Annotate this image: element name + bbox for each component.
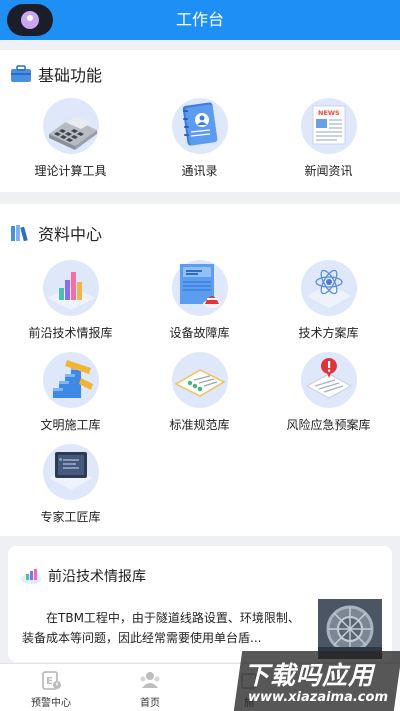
news-card-summary: 在TBM工程中，由于隧道线路设置、环境限制、装备成本等问题，因此经常需要使用单台… [22,611,300,645]
frontier-tech-item[interactable]: 前沿技术情报库 [4,260,137,341]
basic-functions-header: 基础功能 [10,62,102,86]
basic-functions-title: 基础功能 [38,66,103,85]
equipment-fault-item[interactable]: 设备故障库 [133,260,266,341]
tab-warning-center-label: 预警中心 [31,698,71,709]
watermark-title: 下载吗应用 [244,661,375,690]
tech-plan-label: 技术方案库 [298,326,359,340]
expert-screen-icon [42,444,99,500]
warning-doc-icon: E [42,671,61,690]
civilized-construction-label: 文明施工库 [40,418,101,432]
standards-label: 标准规范库 [169,418,230,432]
calculator-icon [42,98,99,154]
svg-text:NEWS: NEWS [318,109,340,117]
checklist-icon [171,352,228,408]
standards-item[interactable]: 标准规范库 [133,352,266,433]
books-icon [11,225,28,242]
tech-plan-item[interactable]: 技术方案库 [262,260,395,341]
news-item[interactable]: NEWS 新闻资讯 [262,98,395,179]
basic-functions-section: 基础功能 理论计算工具 通讯录 NEWS 新闻资讯 [0,50,400,192]
news-card[interactable]: 前沿技术情报库 在TBM工程中，由于隧道线路设置、环境限制、装备成本等问题，因此… [8,546,392,662]
news-thumbnail[interactable] [318,599,382,659]
risk-warning-icon [300,352,357,408]
tab-home[interactable]: 首页 [115,670,185,709]
tab-warning-center[interactable]: E 预警中心 [16,670,86,709]
calculator-tool-label: 理论计算工具 [34,164,107,178]
home-people-icon [140,672,160,688]
docs-center-section: 资料中心 前沿技术情报库 设备故障库 技术方案库 文明施工库 标准规范库 风险应… [0,204,400,536]
page-title: 工作台 [175,10,224,29]
contacts-item[interactable]: 通讯录 [133,98,266,179]
toolbox-icon [11,65,31,82]
docs-center-title: 资料中心 [38,225,103,244]
server-fault-icon [171,260,228,316]
news-label: 新闻资讯 [304,164,353,178]
news-card-header: 前沿技术情报库 [20,566,146,586]
svg-text:E: E [46,676,53,687]
risk-plan-item[interactable]: 风险应急预案库 [262,352,395,433]
watermark-url: www.xiazaima.com [248,690,388,705]
civilized-construction-item[interactable]: 文明施工库 [4,352,137,433]
frontier-tech-label: 前沿技术情报库 [28,326,113,340]
atom-icon [300,260,357,316]
docs-center-header: 资料中心 [10,221,102,245]
chart-badge-icon [21,569,41,584]
staircase-icon [42,352,99,408]
news-card-title: 前沿技术情报库 [48,569,146,585]
expert-craftsman-item[interactable]: 专家工匠库 [4,444,137,525]
risk-plan-label: 风险应急预案库 [286,418,371,432]
newspaper-icon: NEWS [300,98,357,154]
tab-home-label: 首页 [140,698,160,709]
contacts-label: 通讯录 [181,164,218,178]
bar-chart-icon [42,260,99,316]
contacts-book-icon [171,98,228,154]
expert-craftsman-label: 专家工匠库 [40,510,101,524]
equipment-fault-label: 设备故障库 [169,326,230,340]
top-bar: 工作台 [0,0,400,40]
calculator-tool-item[interactable]: 理论计算工具 [4,98,137,179]
